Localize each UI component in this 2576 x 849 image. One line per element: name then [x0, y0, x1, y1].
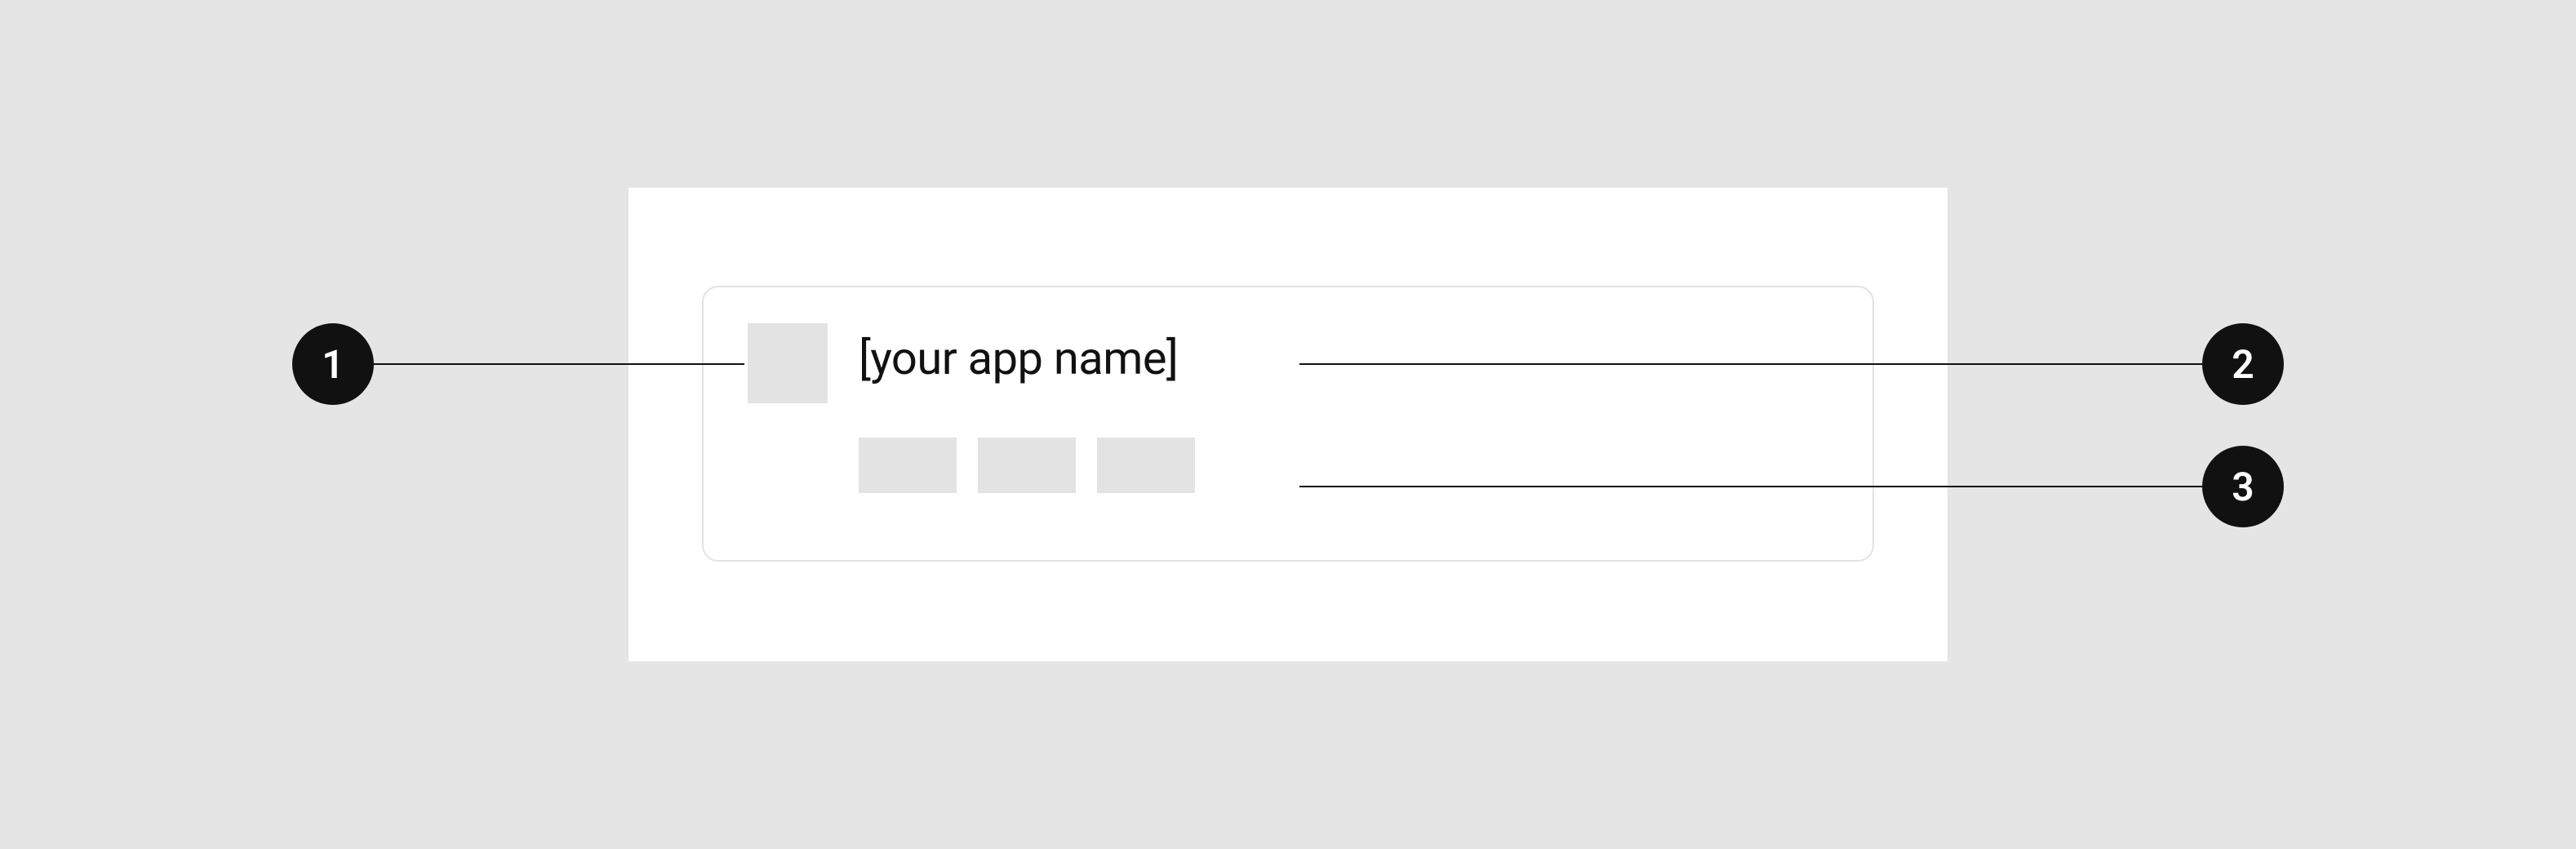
app-name-text: [your app name] — [859, 331, 1178, 385]
leader-line-2 — [1299, 363, 2202, 365]
callout-badge-3: 3 — [2202, 446, 2284, 527]
callout-number: 3 — [2232, 464, 2254, 510]
action-placeholder — [859, 438, 957, 493]
callout-number: 2 — [2232, 341, 2254, 388]
app-card: [your app name] — [702, 286, 1874, 562]
action-placeholder — [978, 438, 1076, 493]
leader-line-1 — [374, 363, 744, 365]
app-actions-row — [859, 438, 1195, 493]
callout-number: 1 — [322, 341, 344, 388]
callout-badge-2: 2 — [2202, 323, 2284, 405]
callout-badge-1: 1 — [292, 323, 374, 405]
diagram-panel: [your app name] — [628, 188, 1948, 661]
action-placeholder — [1097, 438, 1195, 493]
app-icon-placeholder — [748, 323, 828, 403]
leader-line-3 — [1299, 486, 2202, 487]
